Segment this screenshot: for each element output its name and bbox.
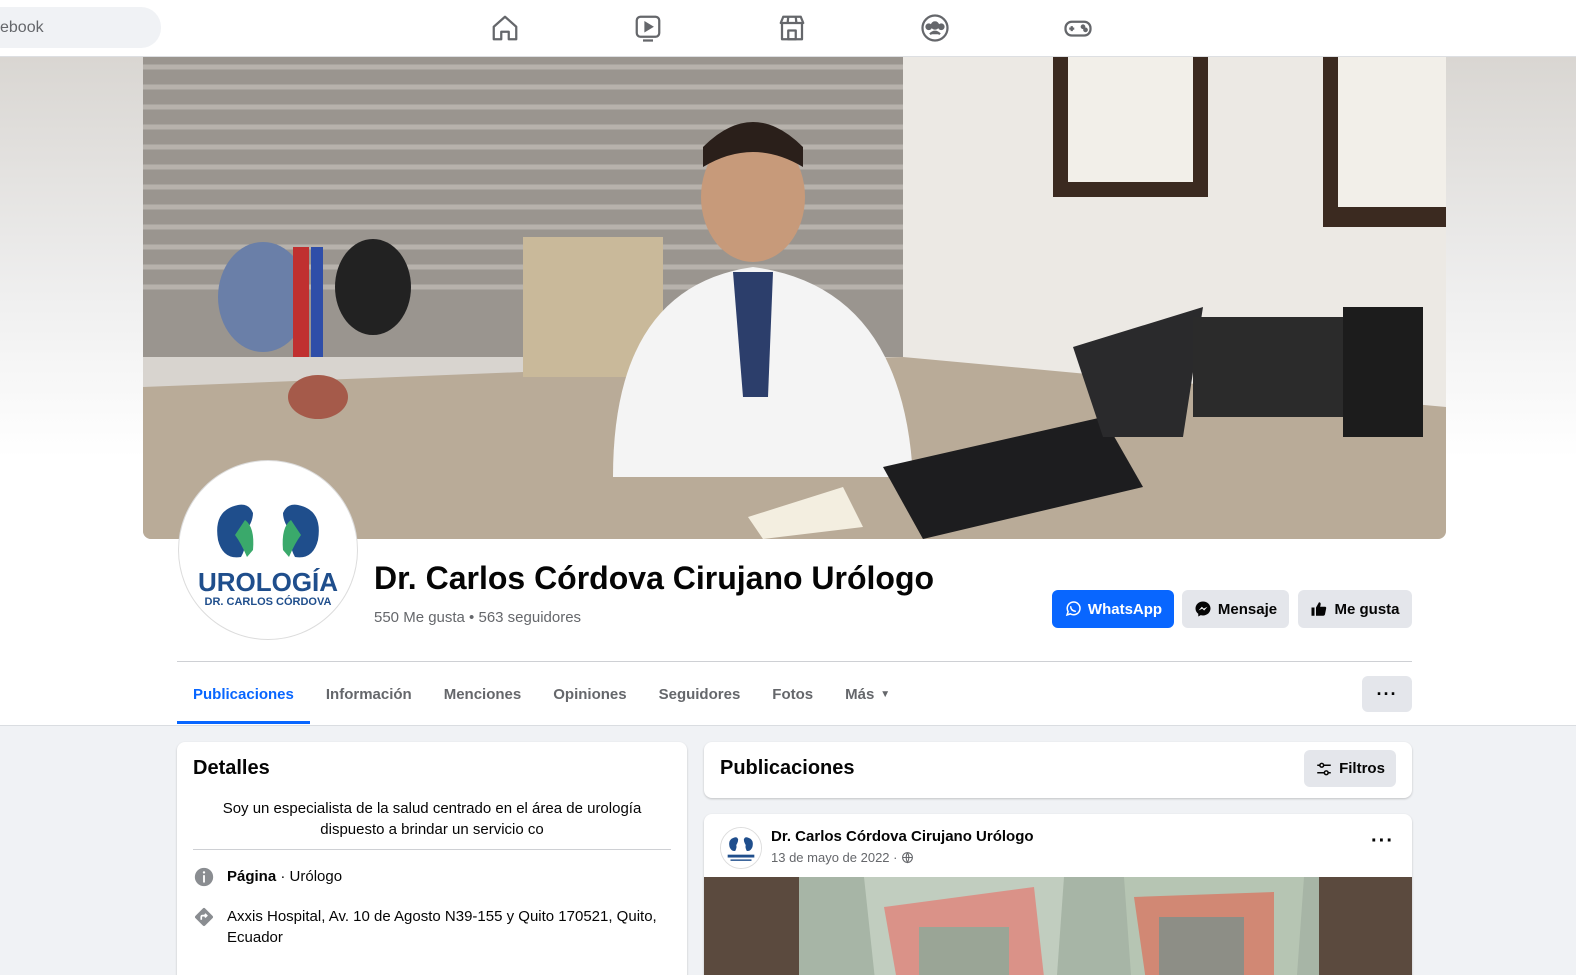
message-label: Mensaje (1217, 600, 1278, 618)
video-icon[interactable] (628, 10, 668, 46)
tab-informacion[interactable]: Información (310, 664, 428, 724)
profile-picture[interactable]: UROLOGÍA DR. CARLOS CÓRDOVA (179, 461, 357, 639)
tab-publicaciones[interactable]: Publicaciones (177, 664, 310, 724)
whatsapp-button[interactable]: WhatsApp (1052, 590, 1174, 628)
posts-title: Publicaciones (720, 757, 855, 779)
logo-text-main: UROLOGÍA (198, 567, 338, 597)
marketplace-icon[interactable] (772, 10, 812, 46)
logo-text-sub: DR. CARLOS CÓRDOVA (205, 595, 332, 608)
post-date-text[interactable]: 13 de mayo de 2022 · (771, 850, 897, 865)
post-image[interactable] (704, 877, 1412, 975)
directions-icon (195, 908, 213, 926)
tab-menciones[interactable]: Menciones (428, 664, 538, 724)
info-icon (194, 867, 214, 887)
more-options-button[interactable]: ··· (1362, 676, 1412, 712)
posts-header-card: Publicaciones Filtros (704, 742, 1412, 798)
search-input[interactable]: ebook (0, 7, 161, 48)
filters-button[interactable]: Filtros (1304, 750, 1396, 787)
tab-mas[interactable]: Más ▼ (829, 664, 906, 724)
address-text[interactable]: Axxis Hospital, Av. 10 de Agosto N39-155… (227, 906, 671, 948)
post-author-avatar[interactable] (720, 827, 762, 869)
header-divider (177, 661, 1412, 662)
like-label: Me gusta (1334, 600, 1400, 618)
category-value: · Urólogo (276, 868, 343, 885)
post-date: 13 de mayo de 2022 · (771, 850, 914, 865)
details-card: Detalles Soy un especialista de la salud… (177, 742, 687, 975)
details-category-row: Página · Urólogo (193, 866, 342, 888)
whatsapp-icon (1065, 601, 1081, 617)
top-navigation-bar: ebook (0, 0, 1576, 57)
details-bio: Soy un especialista de la salud centrado… (222, 800, 642, 838)
thumbs-up-icon (1311, 602, 1327, 616)
category-prefix: Página (227, 868, 277, 885)
post-card: Dr. Carlos Córdova Cirujano Urólogo 13 d… (704, 814, 1412, 975)
whatsapp-label: WhatsApp (1087, 600, 1163, 618)
home-icon[interactable] (485, 10, 525, 46)
like-button[interactable]: Me gusta (1298, 590, 1412, 628)
page-stats[interactable]: 550 Me gusta • 563 seguidores (374, 609, 581, 626)
search-placeholder: ebook (0, 18, 44, 36)
post-options-button[interactable]: ··· (1371, 830, 1394, 853)
cover-photo[interactable] (143, 57, 1446, 539)
page-title: Dr. Carlos Córdova Cirujano Urólogo (374, 560, 935, 596)
details-title: Detalles (193, 757, 270, 779)
tab-seguidores[interactable]: Seguidores (643, 664, 757, 724)
details-divider (193, 849, 671, 850)
messenger-icon (1195, 601, 1211, 617)
gaming-icon[interactable] (1058, 10, 1098, 46)
post-author-name[interactable]: Dr. Carlos Córdova Cirujano Urólogo (771, 828, 1034, 845)
globe-icon (902, 852, 914, 864)
tab-opiniones[interactable]: Opiniones (537, 664, 642, 724)
details-address-row: Axxis Hospital, Av. 10 de Agosto N39-155… (193, 906, 671, 948)
groups-icon[interactable] (915, 10, 955, 46)
message-button[interactable]: Mensaje (1182, 590, 1289, 628)
tab-fotos[interactable]: Fotos (756, 664, 829, 724)
filter-sliders-icon (1317, 762, 1331, 775)
filters-label: Filtros (1339, 760, 1385, 777)
profile-tabs: Publicaciones Información Menciones Opin… (177, 664, 906, 724)
header-bottom-border (0, 725, 1576, 726)
caret-down-icon: ▼ (880, 688, 891, 700)
